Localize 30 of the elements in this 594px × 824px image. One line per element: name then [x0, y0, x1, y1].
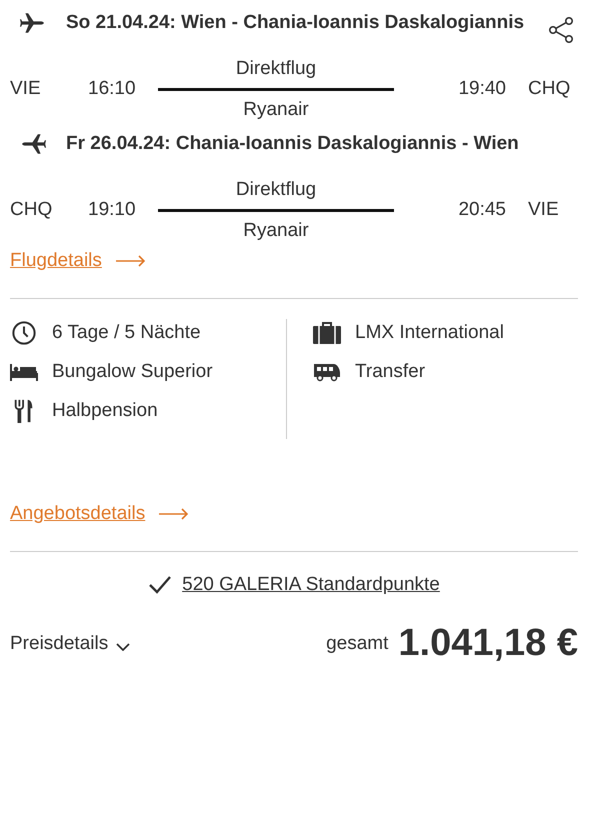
- flight-title: Fr 26.04.24: Chania-Ioannis Daskalogiannis - Wien: [66, 132, 520, 156]
- airport-code: VIE: [10, 78, 42, 100]
- feature-label: Bungalow Superior: [52, 360, 213, 382]
- feature-label: LMX International: [355, 322, 504, 344]
- total-label: gesamt: [326, 632, 388, 654]
- total-price: 1.041,18 €: [398, 622, 578, 665]
- airline-name: Ryanair: [243, 220, 309, 242]
- feature-label: Halbpension: [52, 400, 158, 422]
- price-details-button[interactable]: Preisdetails: [10, 632, 130, 654]
- departure-time: 16:10: [88, 78, 137, 100]
- flight-type: Direktflug: [236, 178, 316, 200]
- flight-title: So 21.04.24: Wien - Chania-Ioannis Daskalogiannis: [66, 11, 526, 35]
- airline-name: Ryanair: [243, 98, 309, 120]
- airport-code: VIE: [528, 199, 560, 221]
- suitcase-icon: [313, 320, 341, 344]
- flight-type: Direktflug: [236, 58, 316, 80]
- arrow-icon: [116, 255, 146, 267]
- points-link[interactable]: 520 GALERIA Standardpunkte: [182, 574, 440, 596]
- departure-time: 19:10: [88, 199, 137, 221]
- arrow-icon: [159, 508, 190, 520]
- arrival-time: 20:45: [457, 199, 506, 221]
- arrival-time: 19:40: [457, 78, 506, 100]
- feature-label: Transfer: [355, 360, 426, 382]
- clock-icon: [10, 320, 38, 344]
- feature-label: 6 Tage / 5 Nächte: [52, 322, 201, 344]
- check-icon: [148, 575, 172, 595]
- airport-code: CHQ: [10, 199, 54, 221]
- chevron-down-icon: [116, 642, 130, 650]
- share-icon[interactable]: [548, 16, 574, 44]
- airport-code: CHQ: [528, 78, 572, 100]
